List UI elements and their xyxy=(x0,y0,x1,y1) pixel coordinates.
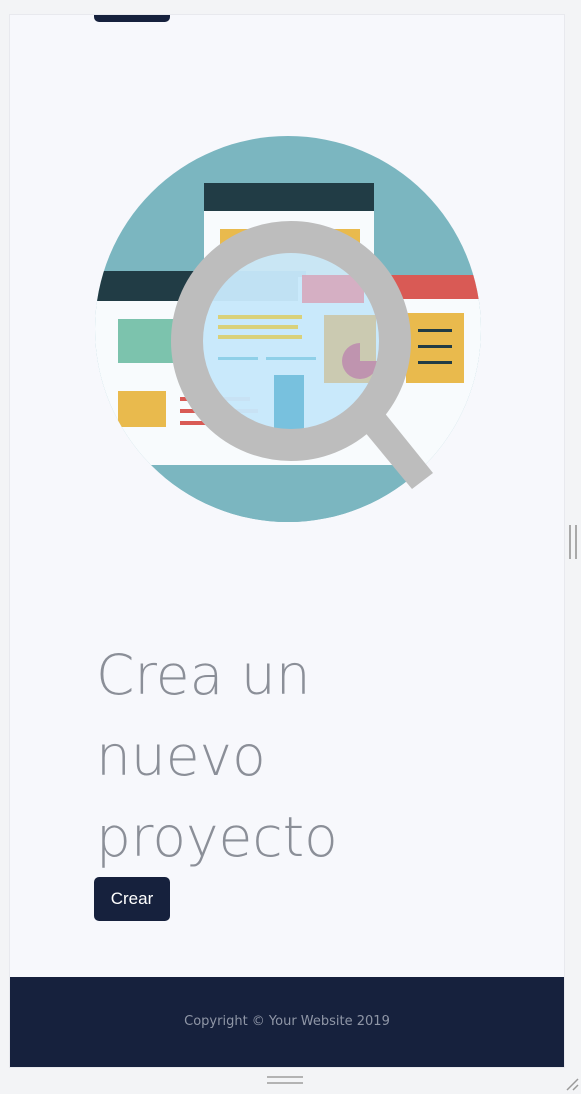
resize-corner-icon[interactable] xyxy=(565,1077,579,1091)
copyright-text: Copyright © Your Website 2019 xyxy=(184,1014,390,1029)
lens-text-line-1 xyxy=(218,315,302,319)
scroll-handle[interactable] xyxy=(569,525,577,559)
lens-blue-line-1 xyxy=(218,357,258,360)
panel-line-2 xyxy=(418,345,452,348)
title-line-1: Crea un xyxy=(96,643,311,707)
panel-line-1 xyxy=(418,329,452,332)
lens-blue-line-2 xyxy=(266,357,316,360)
green-card xyxy=(118,319,178,363)
bottom-resize-grip[interactable] xyxy=(267,1076,303,1084)
title-line-2: nuevo xyxy=(96,724,266,788)
create-project-title: Crea un nuevo proyecto xyxy=(96,635,396,878)
create-button[interactable]: Crear xyxy=(94,877,170,921)
grip-line-1 xyxy=(267,1076,303,1078)
panel-line-3 xyxy=(418,361,452,364)
yellow-card xyxy=(118,391,166,427)
back-window-header xyxy=(204,183,374,211)
top-button-peek[interactable] xyxy=(94,15,170,22)
diagonal-resize-icon xyxy=(566,1078,579,1091)
grip-line-2 xyxy=(267,1082,303,1084)
title-line-3: proyecto xyxy=(96,805,338,869)
magnifier-search-icon xyxy=(95,136,481,522)
page-viewport: Crea un nuevo proyecto Crear Copyright ©… xyxy=(9,14,565,1068)
lens-text-line-2 xyxy=(218,325,298,329)
footer: Copyright © Your Website 2019 xyxy=(10,977,564,1067)
lens-text-line-3 xyxy=(218,335,302,339)
hero-illustration xyxy=(94,135,482,523)
